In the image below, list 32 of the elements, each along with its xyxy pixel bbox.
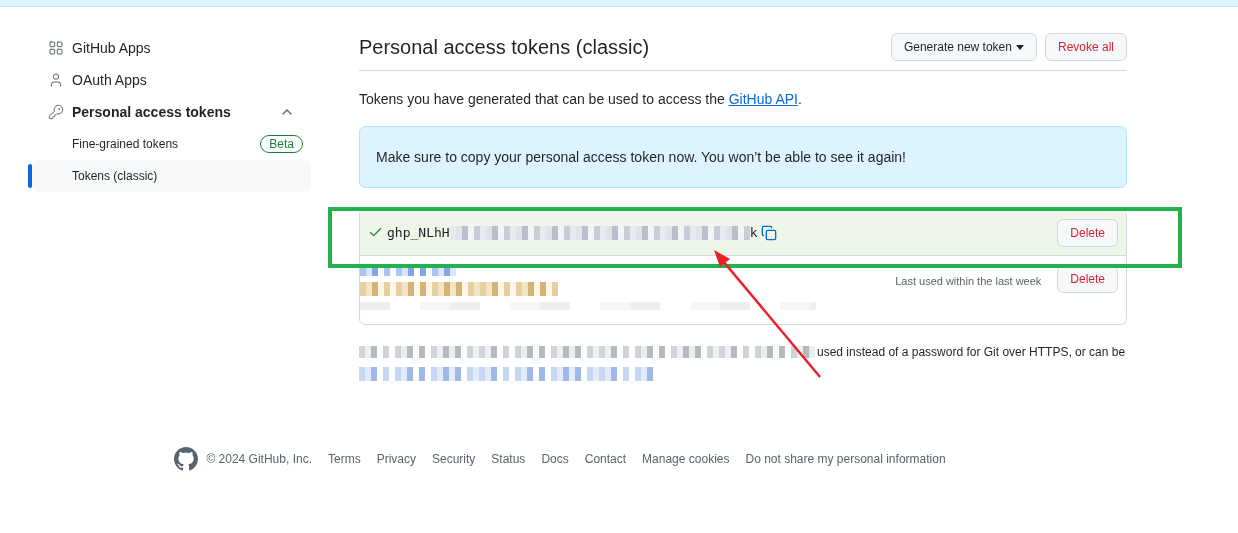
token-suffix: k (749, 223, 758, 242)
copyright-text: © 2024 GitHub, Inc. (206, 451, 312, 468)
revoke-all-button[interactable]: Revoke all (1044, 33, 1127, 61)
apps-icon (48, 40, 64, 56)
intro-text: Tokens you have generated that can be used to access the GitHub API. (359, 90, 803, 109)
octocat-logo-icon (174, 447, 199, 471)
footer-link[interactable]: Manage cookies (642, 450, 730, 468)
sidebar-subitem[interactable]: Tokens (classic) (32, 160, 311, 192)
generate-token-button[interactable]: Generate new token (890, 33, 1037, 61)
token-prefix: ghp_NLhH (387, 223, 450, 242)
footer-link[interactable]: Status (491, 450, 526, 468)
selection-indicator (28, 164, 32, 188)
caret-icon (1015, 44, 1024, 50)
copy-icon[interactable] (761, 224, 778, 241)
last-used-text: Last used within the last week (895, 274, 1042, 289)
footer-link[interactable]: Docs (541, 450, 569, 468)
flash-message: Make sure to copy your personal access token now. You won’t be able to see it again! (359, 126, 1127, 188)
footer-link[interactable]: Terms (327, 450, 361, 468)
sidebar-item[interactable]: OAuth Apps (32, 64, 311, 96)
footer-link[interactable]: Contact (584, 450, 627, 468)
sidebar-item[interactable]: GitHub Apps (32, 32, 311, 64)
delete-button[interactable]: Delete (1057, 218, 1118, 247)
footer-link[interactable]: Privacy (376, 450, 416, 468)
sidebar-subitem[interactable]: Fine-grained tokens Beta (32, 128, 311, 160)
person-icon (48, 72, 64, 88)
page-title: Personal access tokens (classic) (359, 35, 650, 60)
footer-link[interactable]: Do not share my personal information (745, 450, 946, 468)
note-text: used instead of a password for Git over HTTPS, or can be (817, 344, 1126, 361)
github-api-link[interactable]: GitHub API (728, 91, 798, 107)
key-icon (48, 104, 64, 120)
footer-link[interactable]: Security (432, 450, 476, 468)
sidebar-item[interactable]: Personal access tokens (32, 96, 311, 128)
